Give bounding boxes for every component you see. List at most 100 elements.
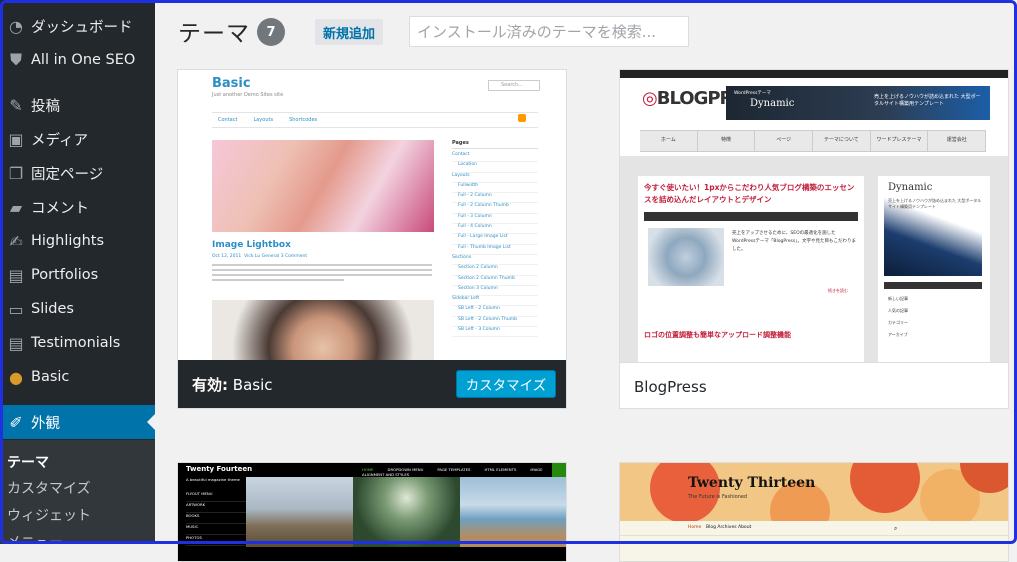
theme-card-twentythirteen[interactable]: Twenty Thirteen The Future is Fashioned … (619, 462, 1009, 562)
theme-search-input[interactable] (409, 16, 689, 47)
shot-post-excerpt: 売上をアップさせるために、SEOの最適化を施したWordPressテーマ「Blo… (732, 231, 856, 252)
shot-featured-image (212, 140, 434, 232)
shot-side-item: BOOKS (186, 513, 246, 524)
admin-sidebar: ◔ ダッシュボード ⛊ All in One SEO ✎ 投稿 ▣ メディア ❐ 固定ペー… (0, 0, 155, 544)
shot-header: Twenty Thirteen The Future is Fashioned (620, 463, 1008, 521)
theme-card-basic[interactable]: Basic Just another Demo Sites site Searc… (177, 69, 567, 409)
shot-nav: ホーム 特徴 ページ テーマについて ワードプレステーマ 運営会社 (640, 130, 987, 152)
menu-label: Basic (31, 369, 70, 385)
shot-nav: Home Blog Archives About ⌕ (620, 521, 1008, 536)
shot-deco-circle (650, 463, 720, 521)
theme-screenshot[interactable]: ◎BLOGPRESS WordPressテーマ Dynamic 売上を上げるノウ… (620, 70, 1008, 362)
menu-testimonials[interactable]: ▤ Testimonials (0, 326, 155, 360)
customize-button[interactable]: カスタマイズ (456, 370, 556, 398)
shot-nav-item: HTML ELEMENTS (484, 467, 517, 472)
edit-icon: ✍ (9, 231, 23, 251)
menu-portfolios[interactable]: ▤ Portfolios (0, 258, 155, 292)
menu-posts[interactable]: ✎ 投稿 (0, 88, 155, 122)
menu-comments[interactable]: ▰ コメント (0, 190, 155, 224)
shot-sidebar-link: Full - Thumb Image List (452, 245, 538, 255)
menu-basic[interactable]: ● Basic (0, 360, 155, 394)
theme-card-twentyfourteen[interactable]: Twenty Fourteen HOME DROPDOWN MENU PAGE TE… (177, 462, 567, 562)
theme-card-footer: BlogPress (620, 362, 1008, 408)
shot-nav-item: Layouts (253, 117, 274, 123)
shot-sidebar-heading: Pages (452, 140, 538, 149)
shot-post-date: Oct 12, 2011 (212, 254, 242, 259)
menu-all-in-one-seo[interactable]: ⛊ All in One SEO (0, 43, 155, 77)
shot-side-item: PHOTOS (186, 535, 246, 546)
search-icon: ⌕ (894, 525, 898, 532)
menu-label: 投稿 (31, 98, 60, 115)
shot-sidebar-link: Full - 2 Column (452, 193, 538, 204)
submenu-themes[interactable]: テーマ (7, 452, 49, 472)
shot-nav-item: テーマについて (813, 131, 871, 151)
shot-search-box: Search... (488, 80, 540, 91)
menu-highlights[interactable]: ✍ Highlights (0, 224, 155, 258)
shot-deco-circle (850, 463, 920, 513)
menu-label: Highlights (31, 233, 105, 249)
shot-nav: HOME DROPDOWN MENU PAGE TEMPLATES HTML ELEM… (362, 467, 566, 477)
shot-sidebar-link: 新しい記事 (888, 296, 908, 301)
submenu-widgets[interactable]: ウィジェット (7, 505, 91, 525)
appearance-submenu: テーマ カスタマイズ ウィジェット メニュー (0, 440, 155, 544)
shot-sidebar-link: Sections (452, 255, 538, 266)
shot-post-meta: Oct 12, 2011 Vick Lu General 3 Comment (212, 254, 307, 259)
shot-sidebar-link: Section 2 Column Thumb (452, 276, 538, 286)
shot-sidebar-link: アーカイブ (888, 332, 908, 337)
shot-sidebar-link: 人気の記事 (888, 308, 908, 313)
shot-sidebar-link: Contact (452, 152, 538, 163)
folder-icon: ▤ (8, 265, 24, 285)
theme-card-blogpress[interactable]: ◎BLOGPRESS WordPressテーマ Dynamic 売上を上げるノウ… (619, 69, 1009, 409)
theme-screenshot[interactable]: Twenty Thirteen The Future is Fashioned … (620, 463, 1008, 561)
shot-nav-item: PAGE TEMPLATES (437, 467, 471, 472)
submenu-customize[interactable]: カスタマイズ (7, 478, 91, 498)
menu-appearance[interactable]: ✐ 外観 (0, 405, 155, 439)
theme-card-footer: 有効: Basic カスタマイズ (178, 360, 566, 408)
add-new-button[interactable]: 新規追加 (315, 19, 383, 45)
menu-label: All in One SEO (31, 52, 136, 68)
shot-site-title: Twenty Fourteen (186, 465, 253, 473)
shot-side-item: FLYOUT MENU (186, 491, 246, 502)
menu-slides[interactable]: ▭ Slides (0, 292, 155, 326)
theme-screenshot[interactable]: Basic Just another Demo Sites site Searc… (178, 70, 566, 362)
shot-nav-item: Home (688, 525, 702, 530)
shot-sidebar-link: Sidebar Left (452, 296, 538, 307)
media-icon: ▣ (8, 129, 24, 149)
shot-sidebar-link: Section 3 Column (452, 286, 538, 297)
dashboard-icon: ◔ (9, 16, 23, 36)
shot-second-headline: ロゴの位置調整も簡単なアップロード調整機能 (644, 331, 791, 339)
shot-topbar (620, 70, 1008, 78)
shot-banner: WordPressテーマ Dynamic 売上を上げるノウハウが詰め込まれた 大… (726, 86, 990, 120)
menu-label: コメント (31, 200, 89, 217)
search-icon (552, 463, 566, 477)
menu-dashboard[interactable]: ◔ ダッシュボード (0, 9, 155, 43)
banner-text: 売上を上げるノウハウが詰め込まれた 大型ポータルサイト構築用テンプレート (874, 94, 981, 107)
theme-screenshot[interactable]: Twenty Fourteen HOME DROPDOWN MENU PAGE TE… (178, 463, 566, 561)
menu-pages[interactable]: ❐ 固定ページ (0, 156, 155, 190)
menu-label: Slides (31, 301, 74, 317)
shield-icon: ⛊ (9, 50, 22, 69)
menu-media[interactable]: ▣ メディア (0, 122, 155, 156)
shot-sidebar: Pages Contact Location Layouts Fullwidth… (452, 140, 538, 338)
shot-sidebar-link: SB Left - 2 Column Thumb (452, 317, 538, 328)
menu-label: Testimonials (31, 335, 121, 351)
shot-post-photo (648, 228, 724, 286)
shot-sidebar-link: SB Left - 2 Column (452, 306, 538, 317)
shot-main-column: 今すぐ使いたい！1pxからこだわり人気ブログ構築のエッセンスを詰め込んだレイアウ… (638, 176, 864, 362)
shot-sidebar-link: Location (452, 162, 538, 173)
shot-sidebar-link: Full - Large Image List (452, 234, 538, 245)
menu-label: ダッシュボード (31, 19, 133, 36)
shot-nav-item: 特徴 (698, 131, 756, 151)
shot-nav: Contact Layouts Shortcodes (212, 112, 538, 128)
shot-side-menu: A beautiful magazine theme FLYOUT MENU A… (178, 477, 246, 547)
shot-sidebar: Dynamic 売上を上げるノウハウが詰め込まれた 大型ポータルサイト構築用テン… (878, 176, 990, 362)
shot-post-byline: Vick Lu General 3 Comment (244, 254, 308, 259)
page-icon: ❐ (8, 163, 24, 183)
shot-site-tagline: Just another Demo Sites site (212, 92, 284, 98)
shot-nav-item: ホーム (640, 131, 698, 151)
shot-nav-item: ワードプレステーマ (871, 131, 929, 151)
shot-photo (353, 477, 460, 547)
shot-nav-item: Contact (218, 117, 238, 123)
rss-icon (518, 114, 526, 122)
submenu-menus[interactable]: メニュー (7, 532, 63, 544)
